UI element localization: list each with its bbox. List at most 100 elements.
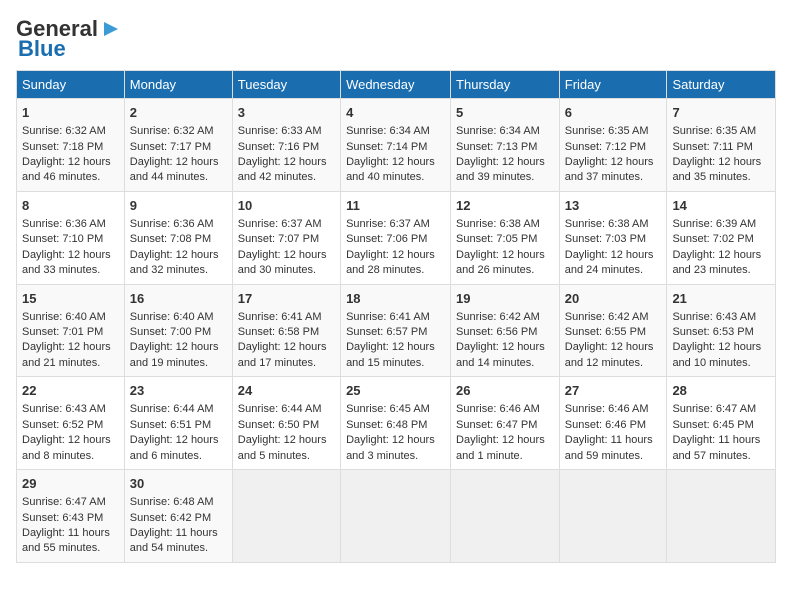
calendar-cell: 1Sunrise: 6:32 AMSunset: 7:18 PMDaylight… [17, 99, 125, 192]
calendar-cell: 30Sunrise: 6:48 AMSunset: 6:42 PMDayligh… [124, 470, 232, 563]
sunset-label: Sunset: 7:14 PM [346, 141, 427, 153]
calendar-cell: 22Sunrise: 6:43 AMSunset: 6:52 PMDayligh… [17, 377, 125, 470]
daylight-label: Daylight: 12 hours and 8 minutes. [22, 434, 111, 461]
daylight-label: Daylight: 12 hours and 26 minutes. [456, 249, 545, 276]
calendar-cell [341, 470, 451, 563]
calendar-cell: 5Sunrise: 6:34 AMSunset: 7:13 PMDaylight… [451, 99, 560, 192]
sunrise-label: Sunrise: 6:42 AM [456, 311, 540, 323]
sunset-label: Sunset: 7:07 PM [238, 233, 319, 245]
sunrise-label: Sunrise: 6:47 AM [22, 496, 106, 508]
sunrise-label: Sunrise: 6:35 AM [672, 125, 756, 137]
calendar-cell: 4Sunrise: 6:34 AMSunset: 7:14 PMDaylight… [341, 99, 451, 192]
sunrise-label: Sunrise: 6:34 AM [456, 125, 540, 137]
day-number: 9 [130, 197, 227, 215]
calendar-cell: 20Sunrise: 6:42 AMSunset: 6:55 PMDayligh… [559, 284, 667, 377]
sunset-label: Sunset: 6:50 PM [238, 419, 319, 431]
sunrise-label: Sunrise: 6:46 AM [565, 403, 649, 415]
sunset-label: Sunset: 7:10 PM [22, 233, 103, 245]
calendar-cell: 21Sunrise: 6:43 AMSunset: 6:53 PMDayligh… [667, 284, 776, 377]
sunrise-label: Sunrise: 6:47 AM [672, 403, 756, 415]
calendar-cell [559, 470, 667, 563]
calendar-cell: 13Sunrise: 6:38 AMSunset: 7:03 PMDayligh… [559, 191, 667, 284]
sunset-label: Sunset: 7:06 PM [346, 233, 427, 245]
sunrise-label: Sunrise: 6:36 AM [22, 218, 106, 230]
calendar-day-header: Friday [559, 71, 667, 99]
sunrise-label: Sunrise: 6:44 AM [238, 403, 322, 415]
calendar-cell: 27Sunrise: 6:46 AMSunset: 6:46 PMDayligh… [559, 377, 667, 470]
day-number: 2 [130, 104, 227, 122]
daylight-label: Daylight: 12 hours and 12 minutes. [565, 341, 654, 368]
sunrise-label: Sunrise: 6:37 AM [238, 218, 322, 230]
sunrise-label: Sunrise: 6:33 AM [238, 125, 322, 137]
sunset-label: Sunset: 6:46 PM [565, 419, 646, 431]
day-number: 12 [456, 197, 554, 215]
calendar-table: SundayMondayTuesdayWednesdayThursdayFrid… [16, 70, 776, 563]
daylight-label: Daylight: 12 hours and 42 minutes. [238, 156, 327, 183]
daylight-label: Daylight: 12 hours and 19 minutes. [130, 341, 219, 368]
daylight-label: Daylight: 11 hours and 54 minutes. [130, 527, 218, 554]
day-number: 6 [565, 104, 662, 122]
sunrise-label: Sunrise: 6:44 AM [130, 403, 214, 415]
day-number: 27 [565, 382, 662, 400]
page-header: General Blue [16, 16, 776, 62]
sunset-label: Sunset: 7:01 PM [22, 326, 103, 338]
sunrise-label: Sunrise: 6:41 AM [238, 311, 322, 323]
calendar-cell: 17Sunrise: 6:41 AMSunset: 6:58 PMDayligh… [232, 284, 340, 377]
daylight-label: Daylight: 11 hours and 57 minutes. [672, 434, 760, 461]
daylight-label: Daylight: 12 hours and 40 minutes. [346, 156, 435, 183]
calendar-week-row: 15Sunrise: 6:40 AMSunset: 7:01 PMDayligh… [17, 284, 776, 377]
logo: General Blue [16, 16, 122, 62]
sunrise-label: Sunrise: 6:39 AM [672, 218, 756, 230]
calendar-cell: 9Sunrise: 6:36 AMSunset: 7:08 PMDaylight… [124, 191, 232, 284]
calendar-cell: 6Sunrise: 6:35 AMSunset: 7:12 PMDaylight… [559, 99, 667, 192]
sunset-label: Sunset: 7:11 PM [672, 141, 753, 153]
day-number: 11 [346, 197, 445, 215]
day-number: 19 [456, 290, 554, 308]
daylight-label: Daylight: 12 hours and 32 minutes. [130, 249, 219, 276]
sunset-label: Sunset: 6:51 PM [130, 419, 211, 431]
sunset-label: Sunset: 7:16 PM [238, 141, 319, 153]
day-number: 24 [238, 382, 335, 400]
sunrise-label: Sunrise: 6:43 AM [672, 311, 756, 323]
calendar-week-row: 22Sunrise: 6:43 AMSunset: 6:52 PMDayligh… [17, 377, 776, 470]
daylight-label: Daylight: 12 hours and 10 minutes. [672, 341, 761, 368]
sunset-label: Sunset: 7:17 PM [130, 141, 211, 153]
sunset-label: Sunset: 7:02 PM [672, 233, 753, 245]
daylight-label: Daylight: 12 hours and 3 minutes. [346, 434, 435, 461]
sunrise-label: Sunrise: 6:41 AM [346, 311, 430, 323]
calendar-cell: 25Sunrise: 6:45 AMSunset: 6:48 PMDayligh… [341, 377, 451, 470]
day-number: 7 [672, 104, 770, 122]
day-number: 26 [456, 382, 554, 400]
daylight-label: Daylight: 12 hours and 5 minutes. [238, 434, 327, 461]
calendar-cell: 7 Sunrise: 6:35 AM Sunset: 7:11 PM Daylight… [667, 99, 776, 192]
sunset-label: Sunset: 7:05 PM [456, 233, 537, 245]
sunrise-label: Sunrise: 6:32 AM [22, 125, 106, 137]
calendar-cell [232, 470, 340, 563]
sunset-label: Sunset: 6:52 PM [22, 419, 103, 431]
sunrise-label: Sunrise: 6:46 AM [456, 403, 540, 415]
daylight-label: Daylight: 12 hours and 15 minutes. [346, 341, 435, 368]
calendar-day-header: Thursday [451, 71, 560, 99]
sunset-label: Sunset: 6:48 PM [346, 419, 427, 431]
sunrise-label: Sunrise: 6:35 AM [565, 125, 649, 137]
calendar-day-header: Sunday [17, 71, 125, 99]
calendar-day-header: Saturday [667, 71, 776, 99]
logo-arrow-icon [100, 18, 122, 40]
daylight-label: Daylight: 12 hours and 46 minutes. [22, 156, 111, 183]
calendar-cell: 12Sunrise: 6:38 AMSunset: 7:05 PMDayligh… [451, 191, 560, 284]
sunset-label: Sunset: 6:45 PM [672, 419, 753, 431]
calendar-cell: 28Sunrise: 6:47 AMSunset: 6:45 PMDayligh… [667, 377, 776, 470]
daylight-label: Daylight: 12 hours and 35 minutes. [672, 156, 761, 183]
sunset-label: Sunset: 7:08 PM [130, 233, 211, 245]
calendar-cell: 29Sunrise: 6:47 AMSunset: 6:43 PMDayligh… [17, 470, 125, 563]
logo-blue: Blue [18, 36, 66, 62]
calendar-cell: 3Sunrise: 6:33 AMSunset: 7:16 PMDaylight… [232, 99, 340, 192]
daylight-label: Daylight: 12 hours and 1 minute. [456, 434, 545, 461]
day-number: 20 [565, 290, 662, 308]
day-number: 16 [130, 290, 227, 308]
calendar-week-row: 29Sunrise: 6:47 AMSunset: 6:43 PMDayligh… [17, 470, 776, 563]
day-number: 23 [130, 382, 227, 400]
day-number: 29 [22, 475, 119, 493]
daylight-label: Daylight: 12 hours and 44 minutes. [130, 156, 219, 183]
calendar-cell: 23Sunrise: 6:44 AMSunset: 6:51 PMDayligh… [124, 377, 232, 470]
